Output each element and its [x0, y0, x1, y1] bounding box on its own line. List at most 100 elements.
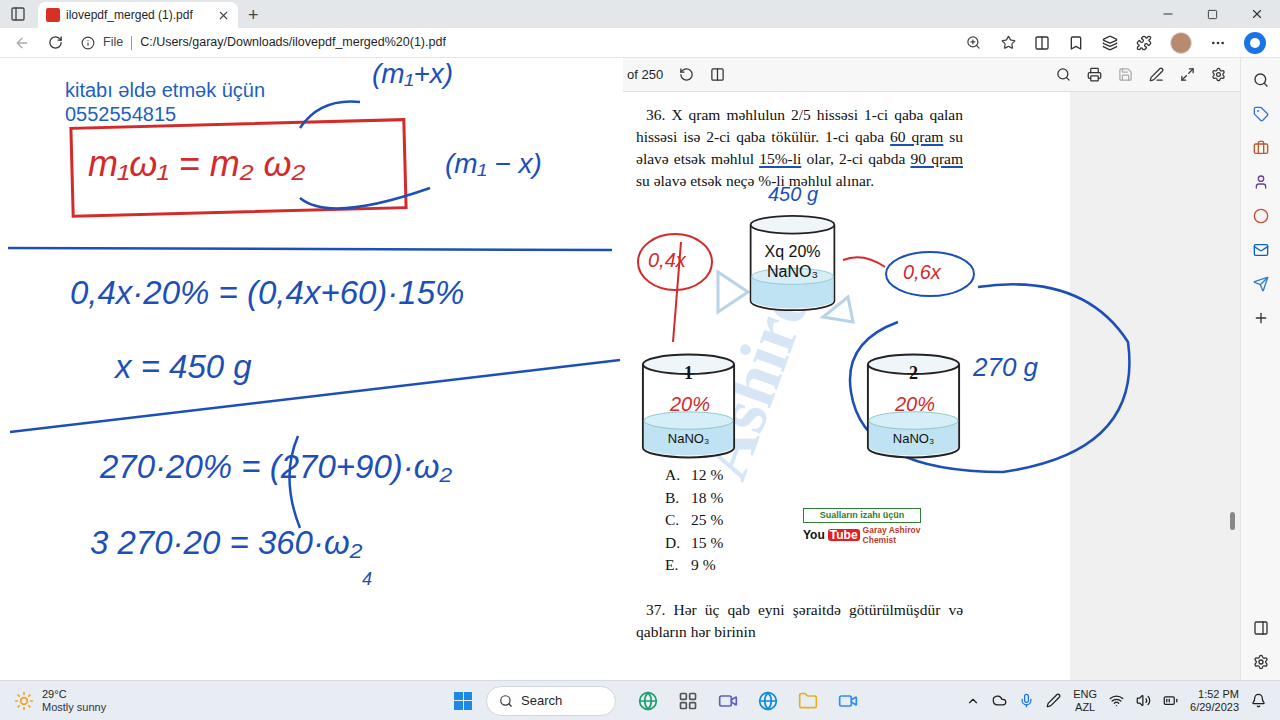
- beaker: 220%NaNO₃270 g: [865, 352, 962, 460]
- teams-icon[interactable]: [718, 691, 738, 711]
- bing-icon[interactable]: [1244, 32, 1266, 54]
- zoom-icon[interactable]: [966, 35, 981, 50]
- favorite-icon[interactable]: [1001, 35, 1016, 50]
- profile-icon[interactable]: [1170, 32, 1192, 54]
- right-note: 0,6x: [903, 262, 941, 282]
- left-note: 0,4x: [648, 250, 686, 270]
- more-icon[interactable]: [1210, 35, 1226, 51]
- browser-tab[interactable]: ilovepdf_merged (1).pdf: [38, 2, 238, 28]
- rotate-icon[interactable]: [679, 67, 694, 82]
- pen-icon[interactable]: [1046, 693, 1061, 708]
- task-view-icon[interactable]: [678, 691, 698, 711]
- step: 270·20% = (270+90)·ω₂: [100, 450, 452, 483]
- tools-icon[interactable]: [1253, 140, 1269, 156]
- favorites-icon[interactable]: [1068, 35, 1084, 51]
- tab-actions-icon[interactable]: [10, 6, 26, 22]
- formula-note: (m₁ − x): [445, 150, 542, 178]
- option: B.18 %: [665, 487, 1070, 510]
- wifi-icon[interactable]: [1109, 693, 1124, 708]
- options: A.12 %B.18 %C.25 %D.15 %E.9 %Sualların i…: [623, 464, 1070, 577]
- search-icon[interactable]: [1253, 72, 1269, 88]
- beaker: 120%NaNO₃: [640, 352, 737, 460]
- tray-overflow-icon[interactable]: [966, 694, 980, 708]
- edge-icon[interactable]: [758, 691, 778, 711]
- file-explorer-icon[interactable]: [798, 691, 818, 711]
- taskbar-apps: [638, 691, 858, 711]
- print-icon[interactable]: [1087, 67, 1102, 82]
- taskbar-search[interactable]: Search: [486, 686, 616, 716]
- minimize-icon[interactable]: [1161, 7, 1175, 21]
- start-button[interactable]: [454, 692, 472, 710]
- page-view-icon[interactable]: [710, 67, 725, 82]
- system-tray: ENGAZL 1:52 PM6/29/2023: [966, 688, 1266, 714]
- screen: ilovepdf_merged (1).pdf + File C:/Users/gar…: [0, 0, 1280, 720]
- find-icon[interactable]: [1056, 67, 1071, 82]
- address-bar: File C:/Users/garay/Downloads/ilovepdf_me…: [0, 28, 1280, 58]
- onedrive-icon[interactable]: [992, 693, 1007, 708]
- step: 0,4x·20% = (0,4x+60)·15%: [70, 276, 464, 309]
- weather-widget[interactable]: 29°CMostly sunny: [14, 688, 454, 714]
- sidebar-settings-icon[interactable]: [1253, 654, 1269, 670]
- content: kitabı əldə etmək üçün0552554815 (m₁+x) m₁…: [0, 58, 1280, 680]
- drop-icon[interactable]: [1253, 276, 1269, 292]
- step: 4: [362, 570, 372, 588]
- pdf-toolbar: of 250: [623, 58, 1240, 92]
- extensions-icon[interactable]: [1136, 35, 1152, 51]
- option: E.9 %: [665, 554, 1070, 577]
- window-controls: [1145, 0, 1280, 28]
- people-icon[interactable]: [1253, 174, 1269, 190]
- hide-sidebar-icon[interactable]: [1253, 620, 1269, 636]
- step: x = 450 g: [115, 350, 252, 383]
- question-37: 37. Hər üç qab eyni şəraitdə götürülmüşd…: [623, 599, 963, 643]
- new-tab-button[interactable]: +: [248, 6, 259, 24]
- formula-note: (m₁+x): [372, 60, 453, 88]
- option: A.12 %: [665, 464, 1070, 487]
- language[interactable]: ENGAZL: [1073, 688, 1097, 714]
- browser-app-icon[interactable]: [638, 691, 658, 711]
- beaker-note: 270 g: [973, 354, 1038, 380]
- collections-icon[interactable]: [1102, 35, 1118, 51]
- battery-icon[interactable]: [1163, 693, 1178, 708]
- scrollbar[interactable]: [1226, 92, 1240, 680]
- edge-sidebar: [1240, 58, 1280, 680]
- split-screen-icon[interactable]: [1034, 35, 1050, 51]
- office-icon[interactable]: [1253, 208, 1269, 224]
- tab-bar: ilovepdf_merged (1).pdf +: [0, 0, 1280, 28]
- fullscreen-icon[interactable]: [1180, 67, 1195, 82]
- close-tab-icon[interactable]: [217, 9, 230, 22]
- top-beaker-note: 450 g: [768, 184, 818, 204]
- step: 3 270·20 = 360·ω₂: [90, 526, 362, 559]
- clock[interactable]: 1:52 PM6/29/2023: [1190, 688, 1239, 714]
- notification-icon[interactable]: [1251, 693, 1266, 708]
- diagram: 450 gXq 20%NaNO₃0,4x0,6x120%NaNO₃220%NaN…: [623, 192, 1070, 464]
- mic-icon[interactable]: [1019, 693, 1034, 708]
- zoom-icon[interactable]: [838, 691, 858, 711]
- refresh-icon[interactable]: [48, 35, 63, 50]
- youtube-badge: Sualların izahı üçünYouTubeGaray Ashirov…: [803, 508, 921, 545]
- maximize-icon[interactable]: [1207, 9, 1218, 20]
- volume-icon[interactable]: [1136, 693, 1151, 708]
- save-icon[interactable]: [1118, 67, 1133, 82]
- whiteboard: kitabı əldə etmək üçün0552554815 (m₁+x) m₁…: [0, 58, 623, 680]
- search-icon: [499, 694, 513, 708]
- draw-icon[interactable]: [1149, 67, 1164, 82]
- weather-icon: [14, 691, 34, 711]
- viewer-background: [1070, 92, 1226, 680]
- viewer-settings-icon[interactable]: [1211, 67, 1226, 82]
- back-icon[interactable]: [14, 35, 30, 51]
- formula: m₁ω₁ = m₂ ω₂: [88, 146, 305, 182]
- close-window-icon[interactable]: [1250, 7, 1264, 21]
- shopping-icon[interactable]: [1253, 106, 1269, 122]
- add-icon[interactable]: [1253, 310, 1269, 326]
- url-field[interactable]: File C:/Users/garay/Downloads/ilovepdf_me…: [81, 31, 1016, 55]
- pdf-page: Ashirov36. X qram məhlulun 2/5 hissəsi 1…: [623, 92, 1070, 680]
- url-scheme: File: [103, 33, 123, 52]
- outlook-icon[interactable]: [1253, 242, 1269, 258]
- url-text: C:/Users/garay/Downloads/ilovepdf_merged…: [140, 33, 446, 52]
- question-36: 36. X qram məhlulun 2/5 hissəsi 1-ci qab…: [623, 92, 963, 192]
- top-beaker: Xq 20%NaNO₃: [745, 214, 840, 312]
- contact-note: kitabı əldə etmək üçün0552554815: [65, 78, 265, 126]
- page-count: of 250: [627, 65, 663, 85]
- taskbar: 29°CMostly sunny Search ENGAZL 1:52 PM6/29/…: [0, 680, 1280, 720]
- pdf-icon: [46, 8, 60, 22]
